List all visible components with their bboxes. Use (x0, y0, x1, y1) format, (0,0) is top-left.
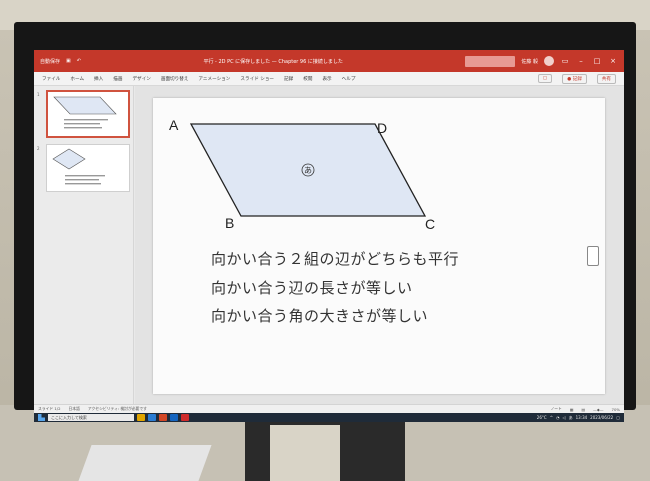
undo-icon[interactable]: ↶ (77, 58, 81, 64)
user-name: 佐藤 毅 (521, 58, 538, 65)
ime-indicator[interactable]: あ (569, 415, 573, 421)
ribbon-display-icon[interactable]: ▭ (560, 57, 570, 65)
vertex-label-a: A (169, 117, 179, 133)
zoom-slider[interactable]: —◆— (593, 407, 604, 412)
ribbon-tabs: ファイル ホーム 挿入 描画 デザイン 画面切り替え アニメーション スライド … (34, 72, 624, 86)
notification-icon[interactable]: ▢ (616, 415, 620, 420)
tab-record[interactable]: 記録 (284, 76, 293, 82)
shape-label: あ (304, 166, 312, 175)
tab-animations[interactable]: アニメーション (198, 76, 230, 82)
weather-widget[interactable]: 26°C (537, 415, 547, 420)
slide-thumbnail-pane: 1 2 (34, 86, 134, 404)
language-indicator[interactable]: 日本語 (69, 406, 80, 412)
windows-start-icon[interactable] (38, 414, 45, 421)
close-icon[interactable]: × (608, 57, 618, 65)
file-explorer-icon[interactable] (137, 414, 145, 421)
network-icon[interactable]: ◔ (556, 415, 560, 420)
comment-icon[interactable]: ▢ (537, 74, 553, 83)
tab-help[interactable]: ヘルプ (342, 76, 356, 82)
powerpoint-icon[interactable] (181, 414, 189, 421)
save-icon[interactable]: ▣ (66, 58, 71, 64)
title-bar: 自動保存 ▣ ↶ 平行 - 2D PC に保存しました — Chapter 96… (34, 50, 624, 72)
notes-button[interactable]: ノート (550, 406, 561, 412)
autosave-toggle[interactable]: 自動保存 (40, 58, 60, 65)
windows-taskbar: ここに入力して検索 26°C ^ ◔ ◁ あ 13:34 2023/06/22 … (34, 413, 624, 422)
edge-icon[interactable] (148, 414, 156, 421)
vertex-label-c: C (425, 216, 435, 232)
slide-editing-area: A D B C あ 向かい合う２組の辺がどちらも平行 向かい合う辺の長さが等しい… (135, 86, 624, 404)
clock-time[interactable]: 13:34 (576, 415, 588, 420)
stand-gap (270, 425, 340, 481)
tab-slideshow[interactable]: スライド ショー (240, 76, 274, 82)
tab-draw[interactable]: 描画 (113, 76, 122, 82)
document-title: 平行 - 2D PC に保存しました — Chapter 96 に接続しました (203, 58, 343, 65)
mail-icon[interactable] (170, 414, 178, 421)
vertex-label-d: D (377, 120, 387, 136)
clock-date[interactable]: 2023/06/22 (590, 415, 613, 420)
sorter-view-icon[interactable]: ▤ (581, 407, 585, 412)
avatar[interactable] (544, 56, 554, 66)
property-line-3: 向かい合う角の大きさが等しい (211, 307, 429, 325)
tab-review[interactable]: 校閲 (303, 76, 312, 82)
photo-scene: 自動保存 ▣ ↶ 平行 - 2D PC に保存しました — Chapter 96… (0, 0, 650, 481)
slide-counter: スライド 1/2 (38, 406, 61, 411)
chevron-up-icon[interactable]: ^ (550, 415, 553, 420)
normal-view-icon[interactable]: ▦ (570, 407, 574, 412)
taskbar-search-input[interactable]: ここに入力して検索 (48, 414, 134, 421)
tab-file[interactable]: ファイル (42, 76, 60, 82)
thumbnail-number-2: 2 (37, 146, 40, 151)
powerpoint-window: 自動保存 ▣ ↶ 平行 - 2D PC に保存しました — Chapter 96… (34, 50, 624, 422)
slide-thumbnail-1[interactable] (46, 90, 130, 138)
accessibility-status[interactable]: アクセシビリティ: 検討が必要です (88, 406, 147, 412)
keyboard (78, 445, 212, 481)
status-bar: スライド 1/2 日本語 アクセシビリティ: 検討が必要です ノート ▦ ▤ —… (34, 404, 624, 413)
tab-view[interactable]: 表示 (322, 76, 331, 82)
record-button[interactable]: ● 記録 (562, 73, 587, 84)
vertex-label-b: B (225, 215, 234, 231)
slide-thumbnail-2[interactable] (46, 144, 130, 192)
thumbnail-parallelogram-icon (53, 96, 117, 129)
thumbnail-number-1: 1 (37, 92, 40, 97)
maximize-icon[interactable]: □ (592, 57, 602, 65)
thumbnail-rhombus-icon (52, 148, 105, 185)
property-line-2: 向かい合う辺の長さが等しい (211, 279, 413, 297)
minimize-icon[interactable]: – (576, 57, 586, 65)
zoom-level[interactable]: 70% (612, 407, 620, 412)
office-icon[interactable] (159, 414, 167, 421)
volume-icon[interactable]: ◁ (563, 415, 566, 420)
tab-insert[interactable]: 挿入 (94, 76, 103, 82)
search-box[interactable] (465, 55, 516, 67)
tab-design[interactable]: デザイン (132, 76, 150, 82)
share-button[interactable]: 共有 (596, 73, 616, 84)
slide-side-handle[interactable] (587, 246, 599, 266)
monitor-bezel: 自動保存 ▣ ↶ 平行 - 2D PC に保存しました — Chapter 96… (14, 22, 636, 422)
tab-transitions[interactable]: 画面切り替え (161, 76, 189, 82)
slide[interactable]: A D B C あ 向かい合う２組の辺がどちらも平行 向かい合う辺の長さが等しい… (153, 98, 605, 394)
property-line-1: 向かい合う２組の辺がどちらも平行 (211, 250, 460, 268)
tab-home[interactable]: ホーム (70, 76, 84, 82)
